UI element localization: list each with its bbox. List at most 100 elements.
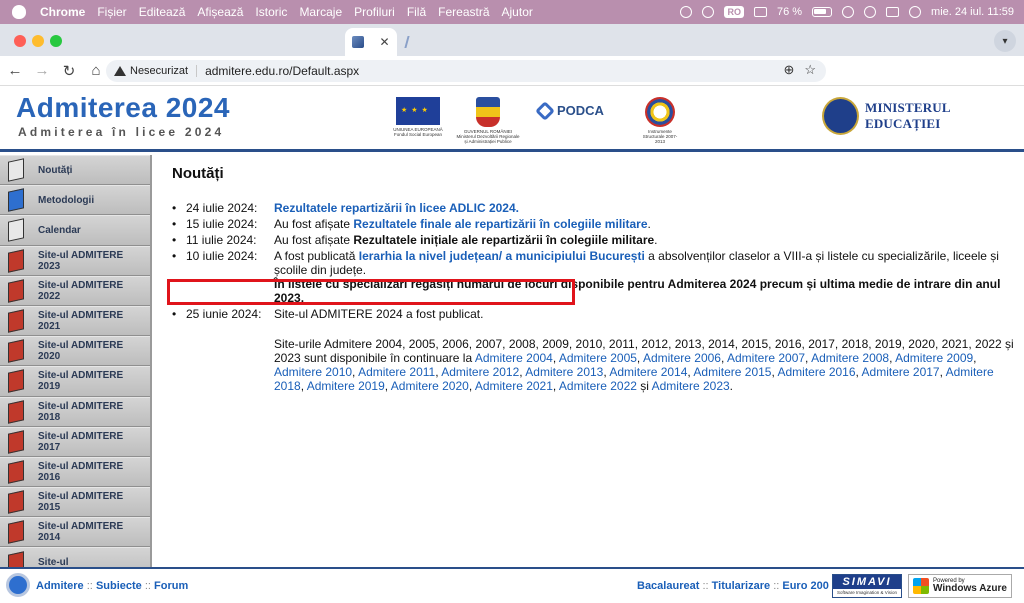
archive-link[interactable]: Admitere 2019 xyxy=(307,379,385,393)
archive-link[interactable]: Admitere 2021 xyxy=(475,379,553,393)
play-icon[interactable] xyxy=(680,6,693,18)
menu-app-chrome[interactable]: Chrome xyxy=(40,5,85,19)
footer-separator: :: xyxy=(702,580,709,592)
footer-link-titularizare[interactable]: Titularizare xyxy=(712,580,771,592)
menu-window[interactable]: Fereastră xyxy=(438,5,489,19)
menu-help[interactable]: Ajutor xyxy=(502,5,533,19)
active-tab[interactable]: ✕ xyxy=(345,28,397,56)
news-text-pre: Au fost afișate xyxy=(274,233,354,247)
site-title[interactable]: Admiterea 2024 xyxy=(16,92,230,124)
tab-close-icon[interactable]: ✕ xyxy=(379,35,389,49)
macos-menubar: Chrome Fișier Editează Afișează Istoric … xyxy=(0,0,1024,24)
address-bar[interactable]: Nesecurizat admitere.edu.ro/Default.aspx… xyxy=(106,60,826,82)
menu-edit[interactable]: Editează xyxy=(139,5,186,19)
news-link-county-ranking[interactable]: Ierarhia la nivel județean/ a municipiul… xyxy=(359,249,645,263)
archive-link[interactable]: Admitere 2009 xyxy=(895,351,973,365)
forward-arrow-icon[interactable]: → xyxy=(30,59,54,83)
archive-link[interactable]: Admitere 2016 xyxy=(777,365,855,379)
security-indicator[interactable]: Nesecurizat xyxy=(114,65,198,77)
footer-link-forum[interactable]: Forum xyxy=(154,580,188,592)
home-icon[interactable]: ⌂ xyxy=(84,59,108,83)
sidebar-item-label: Site-ul ADMITERE 2023 xyxy=(38,249,124,272)
apple-icon[interactable] xyxy=(12,5,26,19)
ministry-logo[interactable]: MINISTERUL EDUCAȚIEI xyxy=(822,97,1024,135)
siri-icon[interactable] xyxy=(909,6,922,18)
eu-logo-label: UNIUNEA EUROPEANĂ Fondul Social European xyxy=(393,127,443,137)
sidebar-item-admitere-2013[interactable]: Site-ul xyxy=(0,547,150,567)
archive-link[interactable]: Admitere 2015 xyxy=(693,365,771,379)
archive-link[interactable]: Admitere 2010 xyxy=(274,365,352,379)
zoom-icon[interactable]: ⊕ xyxy=(783,62,794,78)
window-zoom-button[interactable] xyxy=(50,35,62,47)
sidebar-item-calendar[interactable]: Calendar xyxy=(0,215,150,246)
archive-link[interactable]: Admitere 2004 xyxy=(475,351,553,365)
bookmark-star-icon[interactable]: ☆ xyxy=(804,62,816,78)
structural-instruments-logo[interactable]: Instrumente Structurale 2007-2013 xyxy=(640,97,680,144)
sidebar-item-admitere-2017[interactable]: Site-ul ADMITERE 2017 xyxy=(0,426,150,457)
control-center-icon[interactable] xyxy=(886,7,900,17)
archive-link[interactable]: Admitere 2020 xyxy=(391,379,469,393)
archive-link[interactable]: Admitere 2023 xyxy=(652,379,730,393)
sidebar-item-admitere-2018[interactable]: Site-ul ADMITERE 2018 xyxy=(0,396,150,427)
footer-link-bacalaureat[interactable]: Bacalaureat xyxy=(637,580,699,592)
sidebar-item-admitere-2015[interactable]: Site-ul ADMITERE 2015 xyxy=(0,487,150,518)
menu-bookmarks[interactable]: Marcaje xyxy=(299,5,342,19)
archive-link[interactable]: Admitere 2017 xyxy=(862,365,940,379)
wifi-icon[interactable] xyxy=(842,6,855,18)
archive-link[interactable]: Admitere 2005 xyxy=(559,351,637,365)
input-source-badge[interactable]: RO xyxy=(724,6,744,18)
archive-link[interactable]: Admitere 2012 xyxy=(441,365,519,379)
news-link-adlic-results[interactable]: Rezultatele repartizării în licee ADLIC … xyxy=(274,201,516,215)
sidebar-item-admitere-2016[interactable]: Site-ul ADMITERE 2016 xyxy=(0,456,150,488)
sidebar-item-admitere-2014[interactable]: Site-ul ADMITERE 2014 xyxy=(0,517,150,548)
focus-icon[interactable] xyxy=(702,6,715,18)
window-minimize-button[interactable] xyxy=(32,35,44,47)
sidebar-item-noutati[interactable]: Noutăți xyxy=(0,155,150,186)
archive-link[interactable]: Admitere 2014 xyxy=(609,365,687,379)
archive-link[interactable]: Admitere 2007 xyxy=(727,351,805,365)
archive-link[interactable]: Admitere 2022 xyxy=(559,379,637,393)
podca-logo[interactable]: PODCA xyxy=(535,97,604,121)
menu-tab[interactable]: Filă xyxy=(407,5,426,19)
archive-link[interactable]: Admitere 2013 xyxy=(525,365,603,379)
menu-file[interactable]: Fișier xyxy=(97,5,126,19)
back-arrow-icon[interactable]: ← xyxy=(3,59,27,83)
screen-mirroring-icon[interactable] xyxy=(753,7,767,17)
sidebar-item-label: Calendar xyxy=(38,224,81,236)
simavi-logo[interactable]: SIMAVI Software Imagination & Vision xyxy=(832,574,902,598)
sidebar-item-admitere-2020[interactable]: Site-ul ADMITERE 2020 xyxy=(0,336,150,367)
archive-link[interactable]: Admitere 2006 xyxy=(643,351,721,365)
footer-link-euro200[interactable]: Euro 200 xyxy=(782,580,828,592)
menu-history[interactable]: Istoric xyxy=(255,5,287,19)
spotlight-search-icon[interactable] xyxy=(864,6,877,18)
footer-link-subiecte[interactable]: Subiecte xyxy=(96,580,142,592)
government-logo[interactable]: GUVERNUL ROMÂNIEI Ministerul Dezvoltării… xyxy=(455,97,521,144)
window-close-button[interactable] xyxy=(14,35,26,47)
news-link-military-final[interactable]: Rezultatele finale ale repartizării în c… xyxy=(353,217,647,231)
sidebar-item-admitere-2022[interactable]: Site-ul ADMITERE 2022 xyxy=(0,275,150,306)
menu-profiles[interactable]: Profiluri xyxy=(354,5,395,19)
windows-azure-logo[interactable]: Powered by Windows Azure xyxy=(908,574,1012,598)
sidebar: Noutăți Metodologii Calendar Site-ul ADM… xyxy=(0,155,152,567)
reload-icon[interactable]: ↻ xyxy=(57,59,81,83)
sidebar-item-label: Site-ul ADMITERE 2021 xyxy=(38,310,124,333)
eu-logo[interactable]: UNIUNEA EUROPEANĂ Fondul Social European xyxy=(388,97,448,137)
archive-link[interactable]: Admitere 2008 xyxy=(811,351,889,365)
battery-icon[interactable] xyxy=(812,7,833,17)
url-text[interactable]: admitere.edu.ro/Default.aspx xyxy=(205,64,359,78)
archive-link[interactable]: Admitere 2011 xyxy=(358,365,435,379)
sidebar-item-label: Site-ul ADMITERE 2016 xyxy=(38,460,124,483)
tab-search-chevron-icon[interactable]: ▾ xyxy=(994,30,1016,52)
menubar-clock[interactable]: mie. 24 iul. 11:59 xyxy=(931,6,1014,18)
news-bullet: • xyxy=(172,217,177,231)
menu-view[interactable]: Afișează xyxy=(197,5,243,19)
simavi-name: SIMAVI xyxy=(833,575,901,589)
footer-link-admitere[interactable]: Admitere xyxy=(36,580,84,592)
sidebar-item-metodologii[interactable]: Metodologii xyxy=(0,185,150,216)
book-icon xyxy=(6,339,30,363)
book-icon xyxy=(6,399,30,424)
sidebar-item-admitere-2023[interactable]: Site-ul ADMITERE 2023 xyxy=(0,245,150,276)
sidebar-item-admitere-2021[interactable]: Site-ul ADMITERE 2021 xyxy=(0,305,150,337)
government-logo-label: GUVERNUL ROMÂNIEI Ministerul Dezvoltării… xyxy=(456,129,520,144)
sidebar-item-admitere-2019[interactable]: Site-ul ADMITERE 2019 xyxy=(0,366,150,397)
